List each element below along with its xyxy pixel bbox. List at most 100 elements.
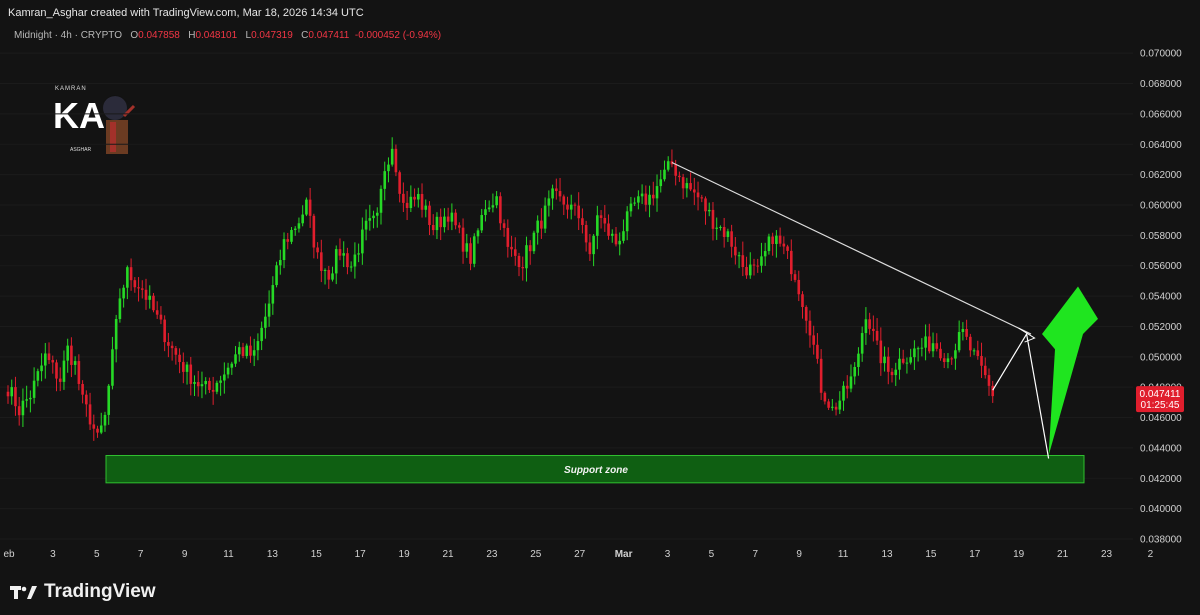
candle-body (775, 235, 778, 245)
candle-body (588, 242, 592, 255)
candle-body (801, 294, 804, 308)
time-axis[interactable]: eb 3 5 7 9 11 13 15 17 19 21 23 25 27 Mar 3 5 7 9 11 13 15 17 1… (3, 549, 1153, 560)
candle-body (278, 260, 282, 266)
candle-body (976, 350, 980, 356)
candle-body (420, 193, 424, 210)
time-tick-label: 13 (881, 549, 893, 560)
candle (513, 237, 517, 266)
candle (44, 342, 47, 379)
candle-body (264, 316, 267, 328)
candle (111, 336, 114, 390)
candle (831, 398, 834, 411)
candle (913, 340, 916, 370)
candle (480, 208, 484, 234)
projected-path (992, 332, 1050, 459)
candle-body (487, 207, 491, 210)
candle (465, 233, 469, 258)
candle (51, 355, 55, 374)
candle-body (431, 225, 435, 231)
candle-body (126, 267, 129, 288)
candle-body (935, 343, 939, 349)
candle (704, 196, 707, 225)
candle (920, 338, 924, 357)
candle (193, 375, 196, 396)
candle (208, 377, 211, 393)
candle-body (954, 350, 957, 359)
candle-body (950, 358, 953, 360)
candle-body (454, 212, 457, 226)
logo-letters: KA (53, 95, 105, 136)
candle-body (819, 358, 823, 393)
candle (458, 222, 461, 234)
candle (872, 315, 875, 342)
candle-body (566, 204, 569, 210)
candle-body (872, 328, 875, 331)
candle-body (77, 361, 81, 384)
candle (308, 187, 312, 228)
candle-body (174, 348, 178, 355)
candle-body (62, 360, 66, 382)
price-axis[interactable]: 0.038000 0.040000 0.042000 0.044000 0.046000… (1136, 49, 1184, 546)
candle-body (726, 231, 730, 237)
tradingview-brand[interactable]: TradingView (10, 581, 156, 603)
candle-body (629, 203, 633, 212)
candle (849, 364, 853, 393)
candle (756, 258, 760, 273)
candle (689, 172, 692, 192)
tradingview-logo-icon (10, 586, 37, 599)
candle-body (10, 387, 14, 397)
candle (73, 356, 77, 375)
candle-body (607, 223, 610, 236)
candle (200, 371, 204, 399)
candle-body (536, 220, 539, 233)
price-tick-label: 0.064000 (1140, 140, 1182, 151)
candle-body (331, 273, 334, 280)
candle-body (983, 365, 987, 376)
price-chart[interactable]: KAMRAN KA ASGHAR Support zone 0.0380000.… (0, 0, 1200, 615)
candle-body (29, 397, 32, 400)
candle (152, 292, 155, 313)
candle-body (581, 218, 584, 226)
candle (898, 348, 901, 380)
candle (424, 199, 428, 218)
candle-body (719, 227, 722, 229)
candle (730, 224, 733, 258)
candle (234, 346, 237, 367)
candle-body (946, 358, 950, 363)
candle (905, 357, 909, 374)
candle-body (66, 345, 69, 361)
time-tick-label: 7 (138, 549, 144, 560)
candle-body (241, 347, 245, 356)
candle (282, 232, 286, 269)
candle (413, 188, 416, 207)
candle-body (312, 215, 316, 248)
candle (965, 319, 968, 340)
candle (670, 149, 674, 168)
candle (252, 338, 256, 367)
candle-body (502, 223, 506, 228)
candle-body (286, 239, 290, 242)
candle (942, 353, 946, 369)
candle (644, 185, 648, 212)
candle (144, 278, 148, 310)
candle (883, 346, 886, 372)
candle-body (666, 161, 670, 170)
candle (487, 200, 491, 212)
candle (305, 197, 308, 217)
candle-body (405, 202, 409, 208)
candle (607, 214, 610, 240)
candle (402, 182, 405, 213)
candle (297, 217, 301, 233)
candle (782, 236, 786, 255)
candle (484, 200, 487, 222)
candle-body (845, 385, 849, 389)
time-tick-label: 5 (709, 549, 715, 560)
candle (648, 185, 651, 218)
candle-body (446, 216, 450, 222)
candle-body (36, 371, 40, 381)
candle-body (51, 360, 55, 363)
candle-body (469, 243, 472, 264)
candle (763, 242, 767, 266)
candle (219, 375, 222, 396)
candle (793, 270, 797, 283)
